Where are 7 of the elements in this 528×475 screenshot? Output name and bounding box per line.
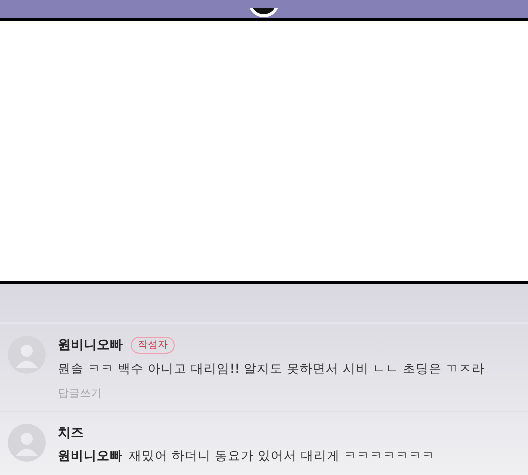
author-name: 원비니오빠 (58, 337, 123, 355)
avatar-icon (8, 424, 46, 462)
comment-text: 뭔솔 ㅋㅋ 백수 아니고 대리임!! 알지도 못하면서 시비 ㄴㄴ 초딩은 ㄲㅈ라 (58, 360, 485, 378)
reply-link[interactable]: 답글쓰기 (58, 386, 102, 403)
author-name: 치즈 (58, 424, 84, 443)
comment-text: 원비니오빠 재밌어 하더니 동요가 있어서 대리게 ㅋㅋㅋㅋㅋㅋㅋ (58, 447, 435, 466)
author-badge: 작성자 (131, 337, 175, 354)
